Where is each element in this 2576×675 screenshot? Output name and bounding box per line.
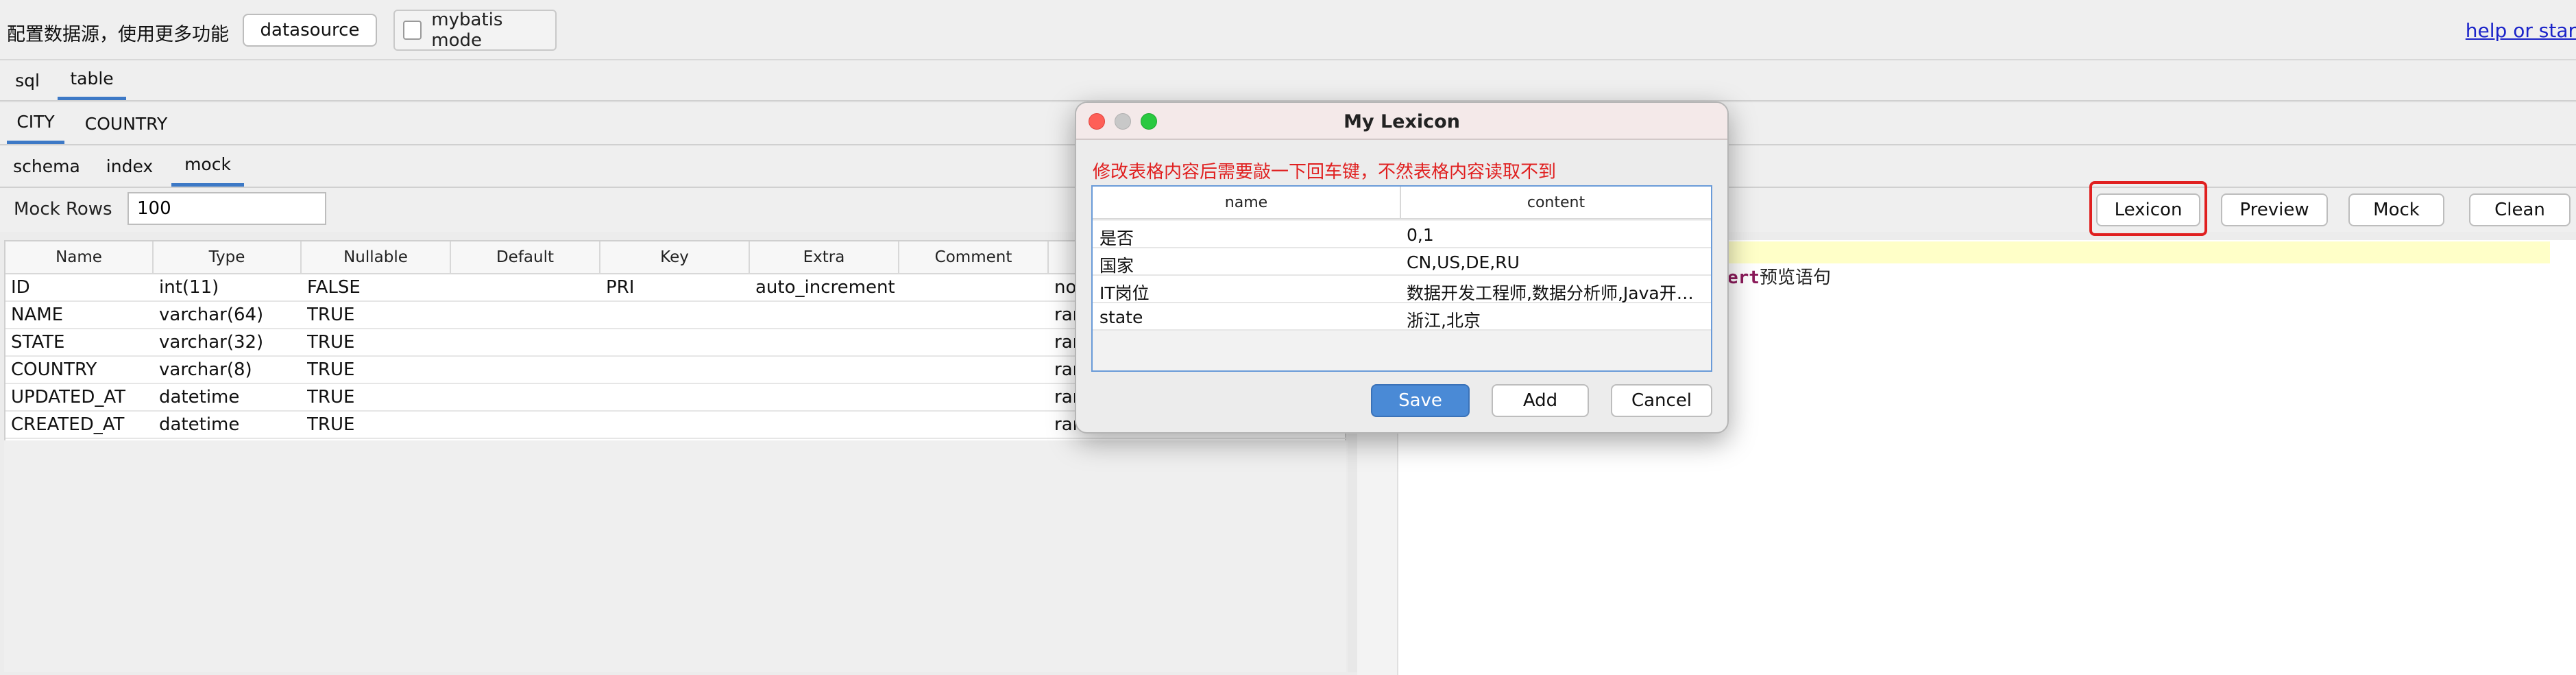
table-cell[interactable]: UPDATED_AT	[11, 387, 154, 407]
datasource-button[interactable]: datasource	[243, 14, 377, 47]
preview-button[interactable]: Preview	[2221, 193, 2328, 226]
table-cell[interactable]: TRUE	[307, 387, 451, 407]
save-button[interactable]: Save	[1371, 384, 1470, 417]
lexicon-button[interactable]: Lexicon	[2096, 193, 2200, 226]
editor-code-line: ert预览语句	[1727, 263, 1831, 289]
add-button[interactable]: Add	[1492, 384, 1589, 417]
top-bar	[0, 0, 2576, 60]
cancel-button[interactable]: Cancel	[1611, 384, 1712, 417]
tab-city[interactable]: CITY	[7, 103, 64, 144]
lexicon-content-cell[interactable]: CN,US,DE,RU	[1407, 252, 1705, 272]
lexicon-content-cell[interactable]: 数据开发工程师,数据分析师,Java开发工程师	[1407, 280, 1705, 305]
column-header-key[interactable]: Key	[600, 241, 750, 274]
mybatis-mode-toggle[interactable]: mybatis mode	[393, 10, 557, 51]
table-cell[interactable]: datetime	[159, 387, 302, 407]
mybatis-mode-label: mybatis mode	[431, 10, 503, 51]
table-cell[interactable]: varchar(64)	[159, 305, 302, 325]
tab-sql[interactable]: sql	[7, 60, 48, 100]
lexicon-name-cell[interactable]: state	[1099, 307, 1394, 327]
table-cell[interactable]: auto_increment	[755, 277, 899, 298]
lexicon-row[interactable]: 是否 0,1	[1093, 221, 1711, 248]
table-cell[interactable]: varchar(32)	[159, 332, 302, 353]
mock-button[interactable]: Mock	[2348, 193, 2444, 226]
clean-button[interactable]: Clean	[2469, 193, 2571, 226]
tab-mock[interactable]: mock	[171, 145, 244, 187]
column-header-default[interactable]: Default	[451, 241, 600, 274]
lexicon-content-cell[interactable]: 0,1	[1407, 225, 1705, 245]
table-cell[interactable]: TRUE	[307, 305, 451, 325]
lexicon-header-name[interactable]: name	[1093, 187, 1401, 220]
lexicon-dialog: My Lexicon 修改表格内容后需要敲一下回车键，不然表格内容读取不到 na…	[1075, 102, 1729, 434]
mode-tab-bar: sql table	[0, 60, 2576, 102]
column-header-comment[interactable]: Comment	[899, 241, 1049, 274]
table-cell[interactable]: datetime	[159, 414, 302, 435]
lexicon-row[interactable]: IT岗位数据开发工程师,数据分析师,Java开发工程师	[1093, 276, 1711, 303]
lexicon-name-cell[interactable]: IT岗位	[1099, 280, 1394, 305]
lexicon-row[interactable]: state 浙江,北京	[1093, 303, 1711, 331]
lexicon-content-cell[interactable]: 浙江,北京	[1407, 307, 1705, 332]
help-link[interactable]: help or star	[2466, 19, 2576, 42]
lexicon-name-cell[interactable]: 是否	[1099, 225, 1394, 250]
tab-schema[interactable]: schema	[7, 145, 86, 187]
table-cell[interactable]: TRUE	[307, 332, 451, 353]
lexicon-table: name content 是否 0,1 国家 CN,US,DE,RU IT岗位 数据开发工…	[1091, 185, 1712, 372]
mock-rows-label: Mock Rows	[14, 199, 112, 220]
dialog-warning: 修改表格内容后需要敲一下回车键，不然表格内容读取不到	[1093, 162, 1557, 182]
code-text: 预览语句	[1759, 268, 1831, 288]
table-cell[interactable]: COUNTRY	[11, 359, 154, 380]
column-header-type[interactable]: Type	[154, 241, 302, 274]
table-cell[interactable]: CREATED_AT	[11, 414, 154, 435]
column-header-name[interactable]: Name	[5, 241, 154, 274]
table-empty-area	[4, 440, 1346, 672]
lexicon-row[interactable]: 国家 CN,US,DE,RU	[1093, 248, 1711, 276]
code-keyword: ert	[1727, 268, 1760, 288]
lexicon-header-content[interactable]: content	[1401, 187, 1711, 220]
table-cell[interactable]: varchar(8)	[159, 359, 302, 380]
table-cell[interactable]: FALSE	[307, 277, 451, 298]
table-cell[interactable]: STATE	[11, 332, 154, 353]
table-cell[interactable]: NAME	[11, 305, 154, 325]
mock-rows-input[interactable]	[127, 192, 326, 225]
table-cell[interactable]: PRI	[606, 277, 750, 298]
dialog-title: My Lexicon	[1344, 111, 1460, 132]
datasource-hint: 配置数据源，使用更多功能	[7, 24, 229, 45]
tab-country[interactable]: COUNTRY	[78, 103, 174, 144]
lexicon-name-cell[interactable]: 国家	[1099, 252, 1394, 277]
table-cell[interactable]: ID	[11, 277, 154, 298]
tab-table[interactable]: table	[58, 60, 126, 100]
table-cell[interactable]: TRUE	[307, 359, 451, 380]
tab-index[interactable]: index	[100, 145, 159, 187]
column-header-extra[interactable]: Extra	[750, 241, 899, 274]
mybatis-mode-checkbox[interactable]	[403, 21, 422, 40]
table-cell[interactable]: TRUE	[307, 414, 451, 435]
table-row	[5, 438, 1348, 439]
column-header-nullable[interactable]: Nullable	[302, 241, 451, 274]
table-cell[interactable]: int(11)	[159, 277, 302, 298]
